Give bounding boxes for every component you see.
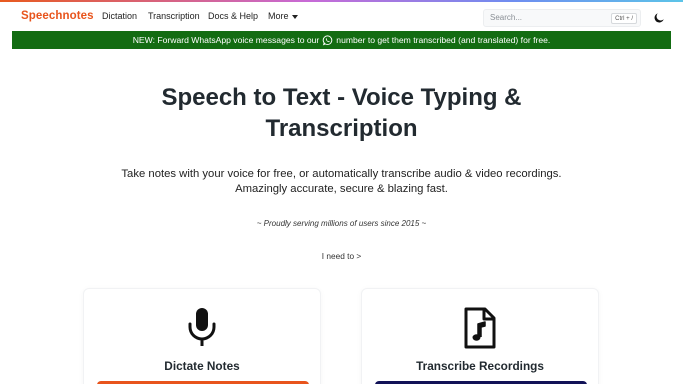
subtitle-line2: Amazingly accurate, secure & blazing fas… (235, 183, 448, 195)
whatsapp-icon (322, 34, 333, 46)
subtitle-line1: Take notes with your voice for free, or … (121, 168, 562, 180)
microphone-icon (188, 308, 216, 346)
nav-link-dictation[interactable]: Dictation (102, 11, 137, 21)
dictate-notes-title: Dictate Notes (164, 359, 240, 373)
brand-logo[interactable]: Speechnotes (21, 10, 94, 22)
page-title-line1: Speech to Text - Voice Typing & (161, 84, 522, 111)
page-title-line2: Transcription (265, 115, 418, 142)
banner-text-after: number to get them transcribed (and tran… (336, 35, 551, 45)
moon-icon (654, 13, 664, 23)
page-title: Speech to Text - Voice Typing & Transcri… (0, 82, 683, 144)
transcribe-recordings-card[interactable]: Transcribe Recordings (361, 288, 599, 384)
theme-toggle-button[interactable] (652, 11, 666, 25)
nav-more-dropdown[interactable]: More (268, 11, 298, 21)
i-need-to-prompt: I need to > (321, 251, 362, 261)
navbar: Speechnotes Dictation Transcription Docs… (0, 2, 683, 32)
search-shortcut-hint: Ctrl + / (611, 13, 637, 24)
caret-down-icon (291, 14, 298, 19)
nav-more-label: More (268, 11, 289, 21)
banner-text-before: NEW: Forward WhatsApp voice messages to … (132, 35, 320, 45)
nav-link-transcription[interactable]: Transcription (148, 11, 200, 21)
search-placeholder: Search... (490, 13, 523, 22)
announcement-banner[interactable]: NEW: Forward WhatsApp voice messages to … (12, 31, 671, 49)
dictate-notes-card[interactable]: Dictate Notes (83, 288, 321, 384)
serving-tagline: ~ Proudly serving millions of users sinc… (256, 219, 427, 228)
search-input[interactable]: Search... Ctrl + / (483, 9, 641, 27)
transcribe-recordings-title: Transcribe Recordings (416, 359, 544, 373)
nav-link-docs-help[interactable]: Docs & Help (208, 11, 258, 21)
audio-file-icon (464, 307, 496, 349)
page-subtitle: Take notes with your voice for free, or … (0, 167, 683, 197)
